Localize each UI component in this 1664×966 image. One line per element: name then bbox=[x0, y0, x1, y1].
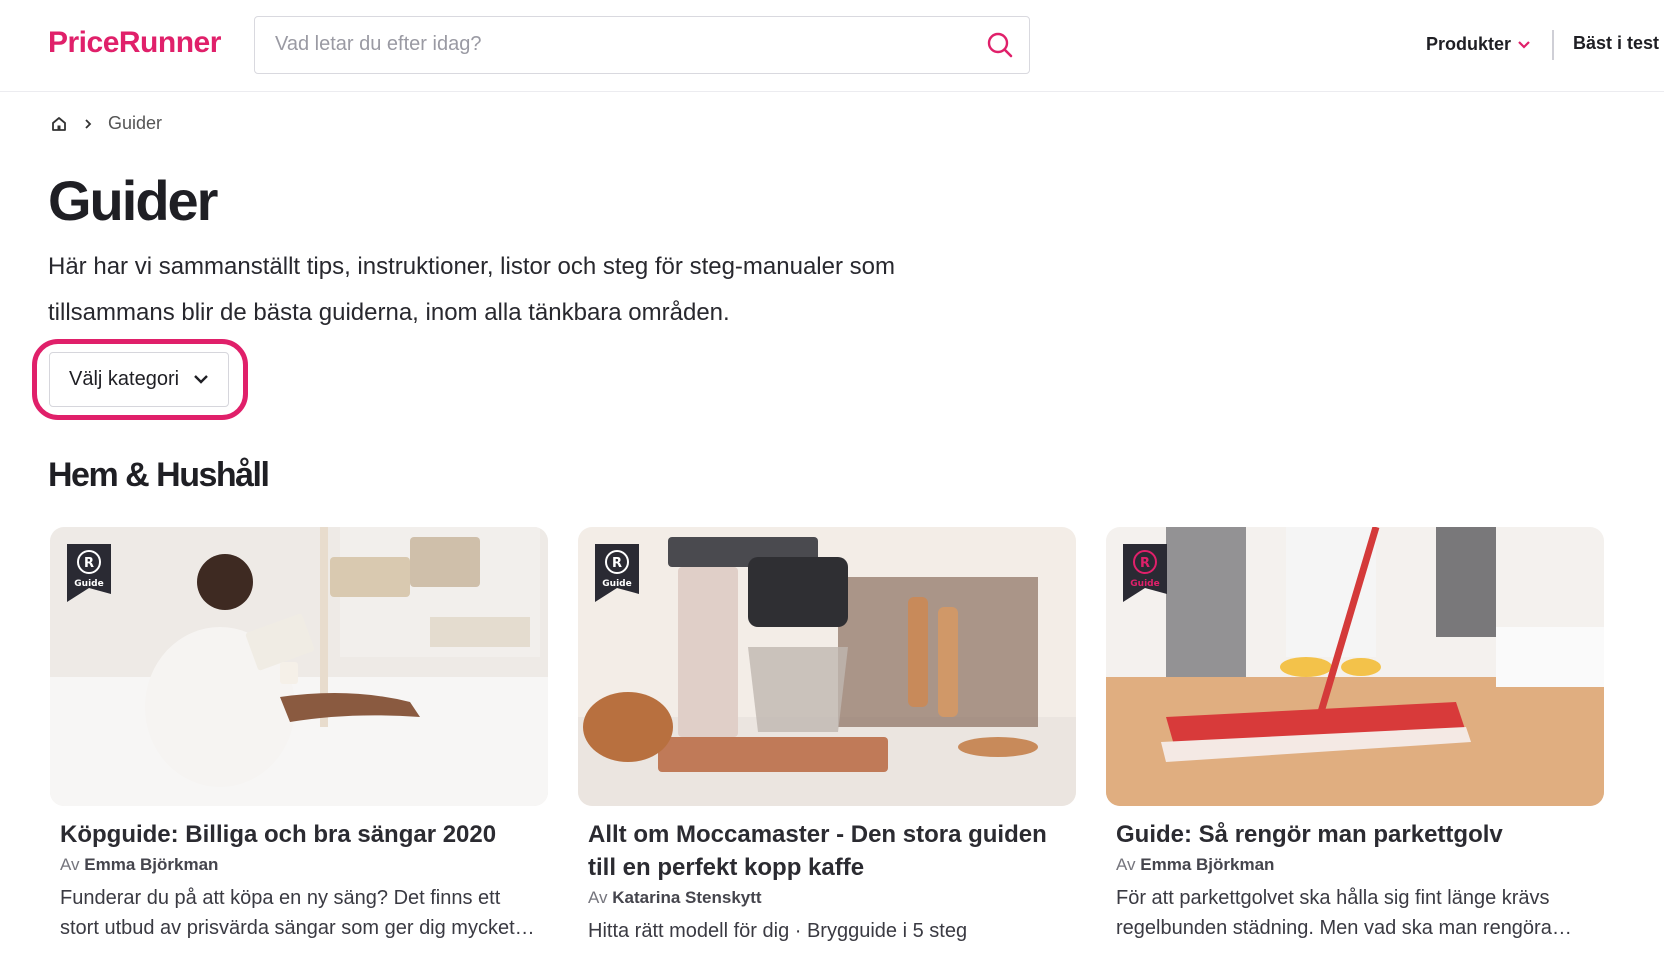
svg-text:R: R bbox=[84, 556, 94, 571]
mop-floor-illustration bbox=[1106, 527, 1604, 806]
author-name[interactable]: Katarina Stenskytt bbox=[612, 888, 761, 907]
guide-card[interactable]: R Guide Guide: Så rengör man parkettgolv… bbox=[1106, 527, 1604, 943]
card-title[interactable]: Köpguide: Billiga och bra sängar 2020 bbox=[50, 818, 548, 851]
card-title[interactable]: Allt om Moccamaster - Den stora guiden t… bbox=[578, 818, 1076, 884]
guide-badge-icon: R Guide bbox=[595, 544, 639, 602]
svg-text:R: R bbox=[612, 556, 622, 571]
page-title: Guider bbox=[48, 169, 218, 232]
site-header: PriceRunner Produkter Bäst i test bbox=[0, 0, 1664, 92]
pricerunner-logo[interactable]: PriceRunner bbox=[48, 26, 221, 60]
svg-text:R: R bbox=[1140, 556, 1150, 571]
svg-text:Guide: Guide bbox=[602, 579, 631, 589]
home-icon[interactable] bbox=[50, 115, 68, 133]
svg-text:Guide: Guide bbox=[1130, 579, 1159, 589]
card-author: Av Emma Björkman bbox=[1106, 855, 1604, 875]
card-description: För att parkettgolvet ska hålla sig fint… bbox=[1116, 887, 1552, 939]
card-image-moccamaster[interactable]: R Guide bbox=[578, 527, 1076, 806]
card-description: Funderar du på att köpa en ny säng? Det … bbox=[60, 887, 515, 939]
page-intro: Här har vi sammanställt tips, instruktio… bbox=[48, 253, 895, 326]
section-title: Hem & Hushåll bbox=[48, 456, 270, 494]
author-name[interactable]: Emma Björkman bbox=[1140, 855, 1274, 874]
search-input[interactable] bbox=[275, 17, 955, 72]
nav-divider bbox=[1552, 30, 1554, 60]
author-prefix: Av bbox=[60, 855, 80, 874]
breadcrumb-current: Guider bbox=[108, 113, 163, 133]
bed-reading-illustration bbox=[50, 527, 548, 806]
chevron-down-icon bbox=[1518, 40, 1530, 49]
search-icon[interactable] bbox=[985, 30, 1015, 60]
coffee-maker-illustration bbox=[578, 527, 1076, 806]
guide-badge-icon: R Guide bbox=[1123, 544, 1167, 602]
guide-card[interactable]: R Guide Allt om Moccamaster - Den stora … bbox=[578, 527, 1076, 946]
card-image-bed[interactable]: R Guide bbox=[50, 527, 548, 806]
guide-badge-icon: R Guide bbox=[67, 544, 111, 602]
card-author: Av Emma Björkman bbox=[50, 855, 548, 875]
search-bar[interactable] bbox=[254, 16, 1030, 74]
card-image-parquet[interactable]: R Guide bbox=[1106, 527, 1604, 806]
author-name[interactable]: Emma Björkman bbox=[84, 855, 218, 874]
chevron-down-icon bbox=[194, 375, 208, 384]
chevron-right-icon bbox=[85, 118, 92, 129]
guide-card[interactable]: R Guide Köpguide: Billiga och bra sängar… bbox=[50, 527, 548, 943]
card-description: Hitta rätt modell för dig · Brygguide i … bbox=[588, 920, 968, 942]
card-title[interactable]: Guide: Så rengör man parkettgolv bbox=[1106, 818, 1604, 851]
nav-best-in-test[interactable]: Bäst i test bbox=[1573, 33, 1659, 54]
author-prefix: Av bbox=[588, 888, 608, 907]
nav-products-label: Produkter bbox=[1426, 34, 1512, 54]
nav-products-menu[interactable]: Produkter bbox=[1426, 34, 1531, 55]
svg-text:Guide: Guide bbox=[74, 579, 103, 589]
card-author: Av Katarina Stenskytt bbox=[578, 888, 1076, 908]
author-prefix: Av bbox=[1116, 855, 1136, 874]
breadcrumb: Guider bbox=[50, 113, 162, 134]
category-select[interactable]: Välj kategori bbox=[49, 352, 229, 407]
category-select-label: Välj kategori bbox=[69, 368, 180, 390]
